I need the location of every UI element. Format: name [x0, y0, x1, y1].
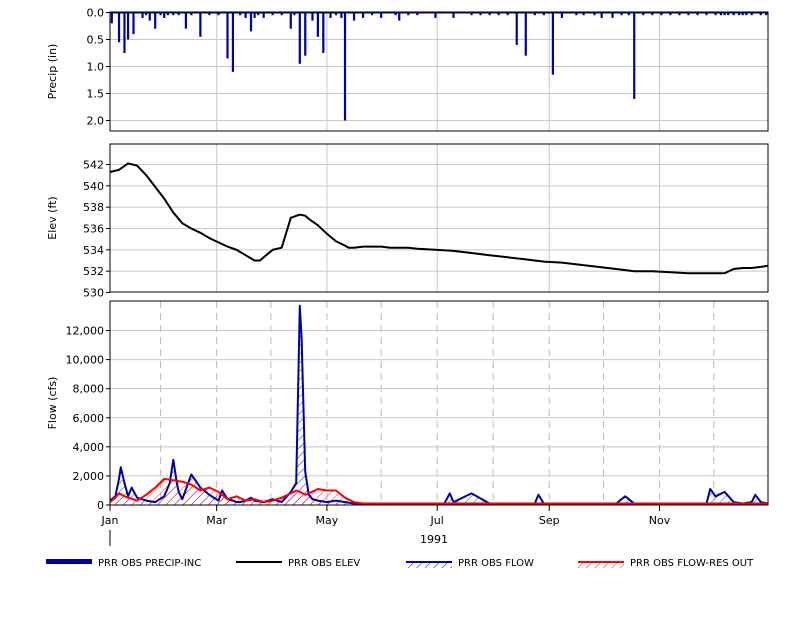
y-tick-label: 0.0 — [87, 7, 105, 20]
x-tick-label: Mar — [206, 514, 227, 527]
precip-bar — [249, 12, 253, 32]
y-tick-label: 12,000 — [66, 325, 105, 338]
precip-bar — [551, 12, 554, 75]
precip-bar — [117, 12, 121, 43]
hydrograph-chart: 0.00.51.01.52.0Precip (in)53053253453653… — [46, 7, 769, 569]
precip-bar — [126, 12, 130, 40]
precip-bar — [311, 12, 314, 21]
plot-area — [110, 144, 768, 292]
legend-label: PRR OBS PRECIP-INC — [98, 558, 201, 569]
y-tick-label: 2.0 — [87, 115, 105, 128]
precip-bar — [343, 12, 347, 121]
y-tick-label: 1.5 — [87, 88, 105, 101]
precip-bar — [289, 12, 292, 29]
y-tick-label: 0 — [97, 499, 104, 512]
y-tick-label: 4,000 — [73, 441, 105, 454]
y-tick-label: 532 — [83, 265, 104, 278]
precip-bar — [524, 12, 527, 56]
y-axis-label: Precip (in) — [46, 44, 59, 100]
legend-swatch — [46, 559, 92, 564]
x-tick-label: Sep — [539, 514, 560, 527]
precip-bar — [633, 12, 636, 99]
y-tick-label: 530 — [83, 287, 104, 300]
precip-bar — [184, 12, 188, 29]
legend-item: PRR OBS FLOW-RES OUT — [578, 558, 754, 569]
y-tick-label: 1.0 — [87, 61, 105, 74]
x-tick-label: Jul — [430, 514, 444, 527]
precip-bar — [515, 12, 518, 45]
precip-bar — [316, 12, 319, 37]
x-tick-label: Jan — [101, 514, 119, 527]
y-tick-label: 0.5 — [87, 34, 105, 47]
precip-bar — [304, 12, 307, 56]
y-tick-label: 534 — [83, 244, 104, 257]
panel-3: 0 2,000 4,000 6,000 8,000 10,000 12,000 Flow (c… — [46, 300, 769, 512]
legend-label: PRR OBS ELEV — [288, 558, 360, 569]
precip-bar — [352, 12, 356, 21]
y-tick-label: 8,000 — [73, 383, 105, 396]
y-tick-label: 542 — [83, 159, 104, 172]
y-tick-label: 540 — [83, 180, 104, 193]
precip-bar — [110, 12, 113, 24]
legend-label: PRR OBS FLOW-RES OUT — [630, 558, 754, 569]
precip-bar — [298, 12, 301, 64]
x-tick-label: Nov — [649, 514, 671, 527]
precip-bar — [154, 12, 157, 29]
x-tick-label: May — [316, 514, 339, 527]
precip-bar — [148, 12, 151, 21]
precip-bar — [231, 12, 235, 72]
y-tick-label: 10,000 — [66, 354, 105, 367]
legend-item: PRR OBS FLOW — [406, 558, 534, 569]
legend: PRR OBS PRECIP-INC PRR OBS ELEV PRR OBS FL… — [46, 558, 754, 569]
legend-item: PRR OBS PRECIP-INC — [46, 558, 201, 569]
plot-area — [110, 301, 768, 505]
y-tick-label: 536 — [83, 223, 104, 236]
y-axis-label: Elev (ft) — [46, 196, 59, 239]
y-axis-label: Flow (cfs) — [46, 377, 59, 430]
x-axis: Jan Mar May Jul Sep Nov 1991 — [101, 505, 671, 546]
year-label: 1991 — [420, 533, 448, 546]
y-tick-label: 6,000 — [73, 412, 105, 425]
precip-bar — [132, 12, 135, 35]
legend-item: PRR OBS ELEV — [236, 558, 360, 569]
precip-bar — [322, 12, 325, 53]
precip-bar — [226, 12, 229, 59]
y-tick-label: 2,000 — [73, 470, 105, 483]
precip-bar — [199, 12, 202, 37]
panel-2: 530 532 534 536 538 540 542 Elev (ft) — [46, 143, 769, 300]
plot-area — [110, 12, 768, 131]
legend-label: PRR OBS FLOW — [458, 558, 534, 569]
y-tick-label: 538 — [83, 201, 104, 214]
precip-bar — [123, 12, 126, 53]
precip-bar — [398, 12, 401, 21]
panel-1: 0.0 0.5 1.0 1.5 2.0 Precip (in) — [46, 7, 769, 132]
